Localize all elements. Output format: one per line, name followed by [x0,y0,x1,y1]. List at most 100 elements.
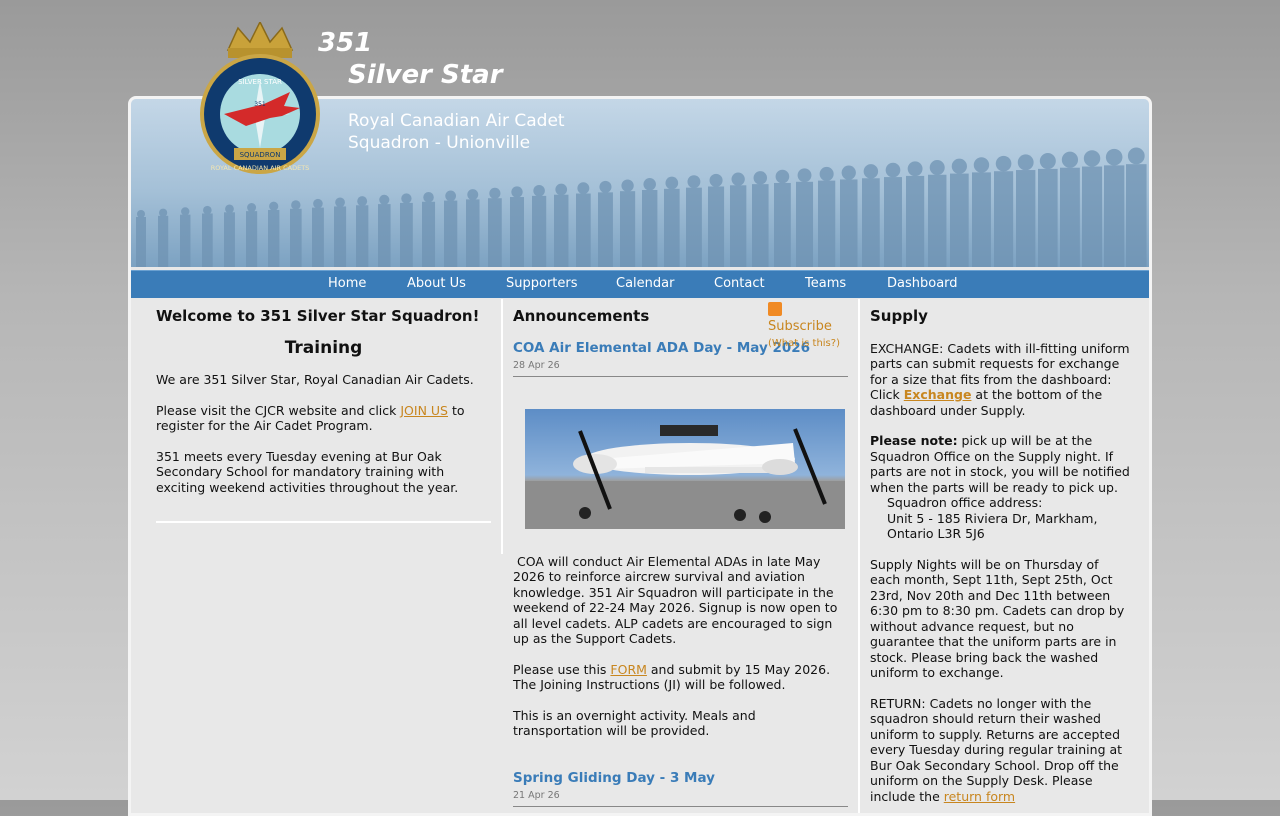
cadet-figure [202,213,213,267]
join-us-link[interactable]: JOIN US [400,403,448,418]
address-city: Ontario L3R 5J6 [887,526,985,541]
intro-text: We are 351 Silver Star, Royal Canadian A… [156,372,474,387]
cadet-head [401,193,412,204]
return-text: RETURN: Cadets no longer with the squadr… [870,696,1130,805]
cadet-head [181,207,190,216]
join-text-before: Please visit the CJCR website and click [156,402,401,418]
nav-calendar[interactable]: Calendar [616,276,674,291]
cadet-head [445,190,457,202]
post-1-body-2-before: Please use this [513,661,611,677]
cadet-figure [1126,164,1147,267]
cadet-head [533,184,545,197]
cadet-figure [598,192,613,267]
cadet-figure [466,199,480,267]
squadron-crest-logo: SILVER STAR 351 SQUADRON ROYAL CANADIAN … [200,22,320,174]
cadet-figure [356,205,369,267]
cadet-figure [334,206,347,267]
page-frame: Royal Canadian Air Cadet Squadron - Unio… [128,96,1152,816]
cadet-head [599,180,612,193]
site-title-name: Silver Star [348,60,503,90]
cadet-head [709,173,723,187]
column-divider-left [501,299,503,554]
nav-teams[interactable]: Teams [805,276,846,291]
cadet-figure [1082,166,1103,267]
cadet-head [511,186,523,198]
cadet-figure [796,181,814,267]
cadet-figure [642,190,658,267]
address-street: Unit 5 - 185 Riviera Dr, Markham, [887,510,1098,526]
cadet-head [797,168,812,183]
post-divider [513,375,848,377]
cadet-head [379,194,390,205]
cadet-figure [1038,168,1058,267]
cadet-head [489,187,501,199]
subtitle-line-2: Squadron - Unionville [348,133,531,153]
post-date: 28 Apr 26 [513,360,560,371]
cadet-figure [994,171,1014,267]
what-is-this-link[interactable]: (What is this?) [768,336,848,352]
cadet-head [907,161,923,177]
crest-ring-text: ROYAL CANADIAN AIR CADETS [211,164,310,172]
cadet-figure [444,200,458,267]
exchange-link[interactable]: Exchange [904,387,972,402]
cadet-head [1083,150,1101,167]
cadet-head [335,197,345,208]
cadet-head [313,198,323,209]
subtitle-line-1: Royal Canadian Air Cadet [348,111,565,131]
cadet-figure [906,175,925,267]
king-air-aircraft [525,424,845,529]
cadet-head [819,166,834,182]
office-address: Squadron office address: Unit 5 - 185 Ri… [887,495,1130,542]
cadet-figure [158,215,169,267]
cadet-figure [972,172,991,267]
join-text: Please visit the CJCR website and click … [156,403,491,434]
cadet-figure [928,174,947,267]
address-label: Squadron office address: [887,495,1043,510]
meeting-text: 351 meets every Tuesday evening at Bur O… [156,448,459,495]
rss-icon [768,302,782,316]
cadet-figure [664,188,680,267]
pickup-note: Please note: pick up will be at the Squa… [870,433,1130,495]
cadet-head [225,204,234,214]
crest-top-text: SILVER STAR [238,78,282,86]
post-1-body-2: Please use this FORM and submit by 15 Ma… [513,662,848,693]
post-date: 21 Apr 26 [513,790,560,801]
exchange-text: EXCHANGE: Cadets with ill-fitting unifor… [870,341,1130,419]
cadet-figure [532,195,547,267]
subscribe-link[interactable]: Subscribe [768,302,832,334]
nav-about-us[interactable]: About Us [407,276,466,291]
nav-contact[interactable]: Contact [714,276,765,291]
training-heading: Training [284,337,363,358]
cadet-head [291,200,301,210]
nav-home[interactable]: Home [328,276,366,291]
post-title[interactable]: Spring Gliding Day - 3 May [513,770,848,787]
form-link[interactable]: FORM [610,662,647,677]
supply-nights-text: Supply Nights will be on Thursday of eac… [870,556,1125,681]
main-nav: Home About Us Supporters Calendar Contac… [131,270,1149,298]
cadet-head [555,183,568,196]
cadet-figure [576,193,591,267]
nav-dashboard[interactable]: Dashboard [887,276,958,291]
cadet-head [203,205,212,215]
return-form-link[interactable]: return form [944,789,1015,804]
return-text-before: RETURN: Cadets no longer with the squadr… [870,695,1123,804]
divider [156,521,491,523]
cadet-head [643,178,656,191]
cadet-figure [884,177,902,267]
cadet-head [577,182,590,195]
cadet-head [951,158,967,174]
post-2: Spring Gliding Day - 3 May 21 Apr 26 [513,770,848,807]
welcome-heading: Welcome to 351 Silver Star Squadron! [156,307,480,325]
cadet-head [863,164,879,179]
nav-supporters[interactable]: Supporters [506,276,578,291]
cadet-figure [752,184,769,267]
post-1-body-3: This is an overnight activity. Meals and… [513,707,756,739]
cadet-figure [290,208,302,267]
cadet-head [1039,153,1056,170]
subscribe-block: Subscribe (What is this?) [768,302,848,352]
cadet-figure [312,207,324,267]
cadet-head [731,172,745,186]
crest-number: 351 [254,101,266,108]
cadet-figure [136,217,146,267]
post-divider [513,805,848,807]
